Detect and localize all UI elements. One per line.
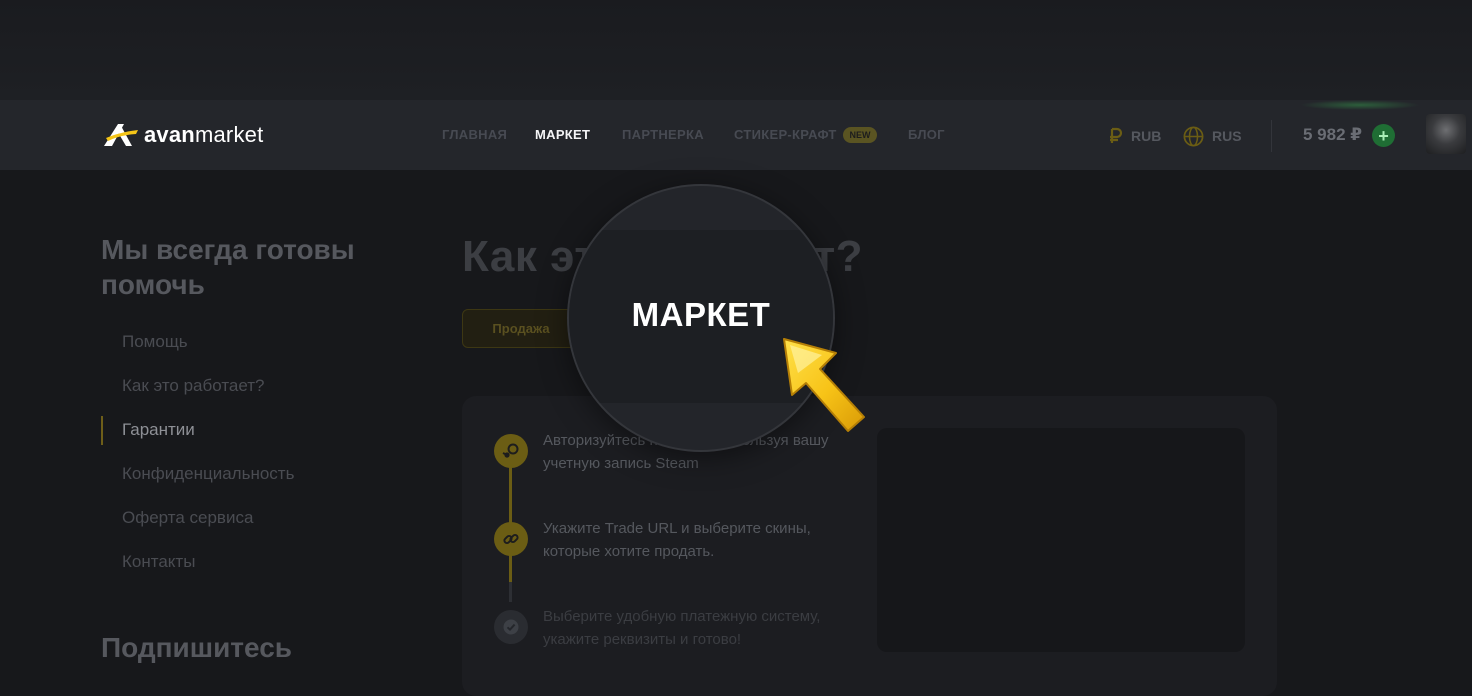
top-band [0, 0, 1472, 100]
logo[interactable]: avanmarket [102, 120, 263, 150]
add-funds-button[interactable]: + [1372, 124, 1395, 147]
language-selector[interactable]: RUS [1182, 124, 1242, 148]
globe-icon [1183, 126, 1204, 146]
header-divider [1271, 120, 1272, 152]
zoom-label: МАРКЕТ [631, 296, 771, 333]
sidebar-link-contacts[interactable]: Контакты [122, 552, 195, 572]
timeline-connector [509, 466, 512, 524]
video-preview[interactable] [877, 428, 1245, 652]
nav-sticker-craft[interactable]: СТИКЕР-КРАФТ [734, 127, 837, 142]
new-badge: NEW [843, 127, 877, 143]
steam-icon [494, 434, 528, 468]
nav-home[interactable]: ГЛАВНАЯ [442, 127, 507, 142]
step-text-3: Выберите удобную платежную систему, укаж… [543, 608, 821, 648]
avatar[interactable] [1426, 114, 1466, 154]
verified-badge-icon [494, 610, 528, 644]
nav-market[interactable]: МАРКЕТ [535, 127, 590, 142]
sidebar-link-offer[interactable]: Оферта сервиса [122, 508, 253, 528]
ruble-icon [1110, 127, 1123, 143]
timeline-connector [509, 582, 512, 602]
help-title: Мы всегда готовы помочь [101, 234, 355, 300]
sidebar-link-guarantees[interactable]: Гарантии [122, 420, 195, 440]
language-label: RUS [1212, 128, 1242, 144]
logo-mark-icon [104, 124, 138, 146]
timeline-connector [509, 555, 512, 582]
currency-label: RUB [1131, 128, 1162, 144]
currency-selector[interactable]: RUB [1108, 124, 1161, 148]
logo-text: avanmarket [144, 122, 264, 147]
link-icon [494, 522, 528, 556]
cursor-arrow-icon [783, 338, 865, 432]
step-text-2: Укажите Trade URL и выберите скины, кото… [543, 520, 811, 560]
nav-partner[interactable]: ПАРТНЕРКА [622, 127, 704, 142]
tab-sell[interactable]: Продажа [462, 309, 580, 348]
sidebar-active-indicator [101, 416, 103, 445]
sidebar-link-privacy[interactable]: Конфиденциальность [122, 464, 294, 484]
balance-amount[interactable]: 5 982 ₽ [1303, 125, 1362, 145]
nav-blog[interactable]: БЛОГ [908, 127, 945, 142]
sidebar-link-help[interactable]: Помощь [122, 332, 188, 352]
sidebar-link-how-it-works[interactable]: Как это работает? [122, 376, 265, 396]
subscribe-title: Подпишитесь [101, 632, 293, 663]
